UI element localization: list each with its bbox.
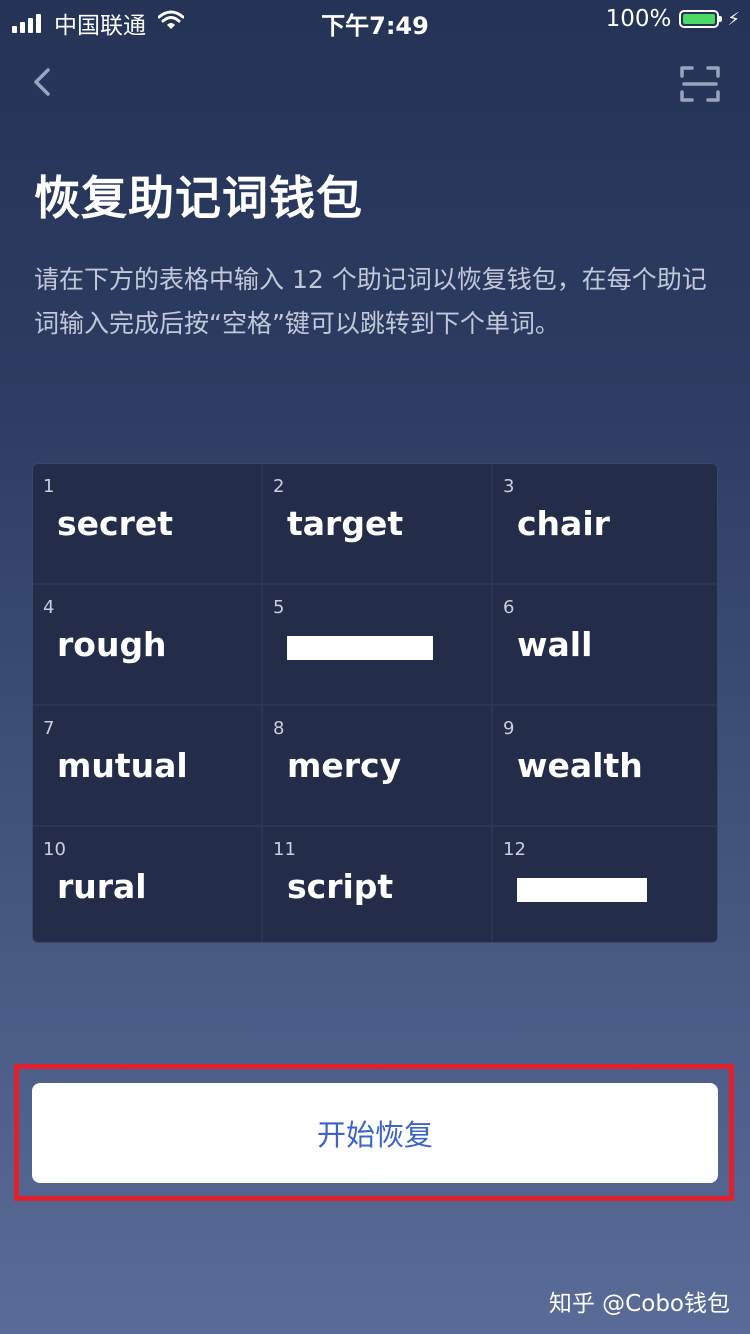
- word-cell-8[interactable]: 8 mercy: [263, 706, 491, 825]
- page-title: 恢复助记词钱包: [34, 171, 363, 225]
- word-cell-10[interactable]: 10 rural: [33, 827, 261, 942]
- charging-bolt-icon: ⚡: [727, 8, 740, 30]
- battery-percent: 100%: [605, 6, 672, 32]
- word-value: wealth: [517, 746, 643, 785]
- word-value: rough: [57, 625, 167, 664]
- word-index: 10: [43, 839, 66, 860]
- word-value: mercy: [287, 746, 402, 785]
- word-index: 7: [43, 718, 55, 739]
- word-value: script: [287, 867, 394, 906]
- word-index: 5: [273, 597, 285, 618]
- word-index: 12: [503, 839, 526, 860]
- word-cell-2[interactable]: 2 target: [263, 464, 491, 583]
- chevron-left-icon: [34, 68, 50, 96]
- word-value: secret: [57, 504, 174, 543]
- word-index: 6: [503, 597, 515, 618]
- word-value: rural: [57, 867, 147, 906]
- word-cell-1[interactable]: 1 secret: [33, 464, 261, 583]
- start-recovery-button[interactable]: 开始恢复: [32, 1083, 718, 1183]
- word-value: chair: [517, 504, 610, 543]
- word-index: 2: [273, 476, 285, 497]
- word-index: 4: [43, 597, 55, 618]
- status-right: 100% ⚡: [606, 6, 740, 32]
- word-cell-5[interactable]: 5: [263, 585, 491, 704]
- word-cell-3[interactable]: 3 chair: [493, 464, 717, 583]
- word-cell-12[interactable]: 12: [493, 827, 717, 942]
- back-button[interactable]: [28, 62, 58, 102]
- word-cell-9[interactable]: 9 wealth: [493, 706, 717, 825]
- watermark: 知乎 @Cobo钱包: [548, 1291, 730, 1317]
- status-bar: 中国联通 下午7:49 100% ⚡: [0, 0, 750, 40]
- word-cell-6[interactable]: 6 wall: [493, 585, 717, 704]
- word-cell-11[interactable]: 11 script: [263, 827, 491, 942]
- word-value: wall: [517, 625, 593, 664]
- scan-frame-icon: [680, 66, 720, 102]
- battery-icon: [679, 10, 723, 28]
- mnemonic-grid: 1 secret 2 target 3 chair 4 rough 5 6 wa…: [32, 463, 718, 943]
- scan-button[interactable]: [678, 64, 722, 104]
- word-index: 8: [273, 718, 285, 739]
- word-index: 11: [273, 839, 296, 860]
- word-value: mutual: [57, 746, 188, 785]
- word-index: 3: [503, 476, 515, 497]
- redaction-bar: [517, 878, 647, 902]
- word-value: target: [287, 504, 404, 543]
- word-index: 9: [503, 718, 515, 739]
- word-index: 1: [43, 476, 55, 497]
- word-cell-7[interactable]: 7 mutual: [33, 706, 261, 825]
- redaction-bar: [287, 636, 433, 660]
- word-cell-4[interactable]: 4 rough: [33, 585, 261, 704]
- page-description: 请在下方的表格中输入 12 个助记词以恢复钱包，在每个助记词输入完成后按“空格”…: [34, 265, 707, 338]
